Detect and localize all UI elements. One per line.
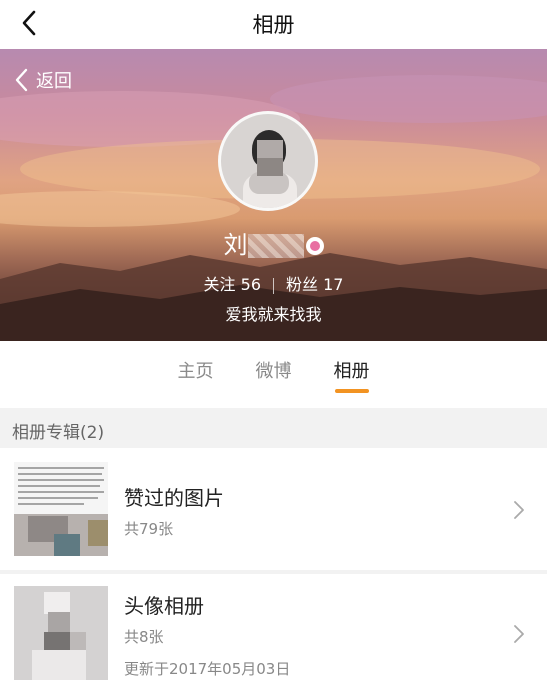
page-title: 相册 bbox=[252, 13, 295, 37]
stat-divider bbox=[273, 277, 274, 294]
album-section-header: 相册专辑(2) bbox=[0, 408, 547, 448]
blurred-name-mask bbox=[247, 234, 304, 258]
album-item-liked[interactable]: 赞过的图片 共79张 bbox=[0, 452, 547, 570]
chevron-left-icon bbox=[15, 68, 28, 92]
fans-stat[interactable]: 粉丝 17 bbox=[286, 275, 343, 294]
chevron-right-icon bbox=[514, 501, 524, 519]
chevron-right-icon bbox=[514, 625, 524, 643]
back-button[interactable]: 返回 bbox=[12, 65, 72, 95]
profile-tabs: 主页 微博 相册 bbox=[0, 341, 547, 397]
album-item-avatar[interactable]: 头像相册 共8张 更新于2017年05月03日 bbox=[0, 574, 547, 697]
album-name: 头像相册 bbox=[124, 594, 204, 618]
top-nav-bar: 相册 bbox=[0, 0, 547, 46]
album-thumbnail bbox=[14, 586, 108, 680]
avatar[interactable] bbox=[218, 111, 318, 211]
back-label: 返回 bbox=[36, 71, 72, 92]
tab-home[interactable]: 主页 bbox=[157, 341, 235, 397]
album-updated-date: 更新于2017年05月03日 bbox=[124, 660, 291, 678]
profile-banner: 返回 刘 关注 56 粉丝 17 爱我就来找我 bbox=[0, 49, 547, 341]
profile-bio: 爱我就来找我 bbox=[225, 305, 322, 324]
username-text: 刘 bbox=[223, 231, 248, 259]
album-count: 共8张 bbox=[124, 628, 164, 646]
username: 刘 bbox=[0, 225, 547, 260]
tab-album[interactable]: 相册 bbox=[313, 341, 391, 397]
follow-stat[interactable]: 关注 56 bbox=[204, 275, 261, 294]
tab-weibo[interactable]: 微博 bbox=[235, 341, 313, 397]
album-count: 共79张 bbox=[124, 520, 174, 538]
album-name: 赞过的图片 bbox=[124, 486, 224, 510]
verified-badge-icon bbox=[305, 237, 324, 255]
album-thumbnail bbox=[14, 462, 108, 556]
profile-stats: 关注 56 粉丝 17 bbox=[0, 271, 547, 295]
